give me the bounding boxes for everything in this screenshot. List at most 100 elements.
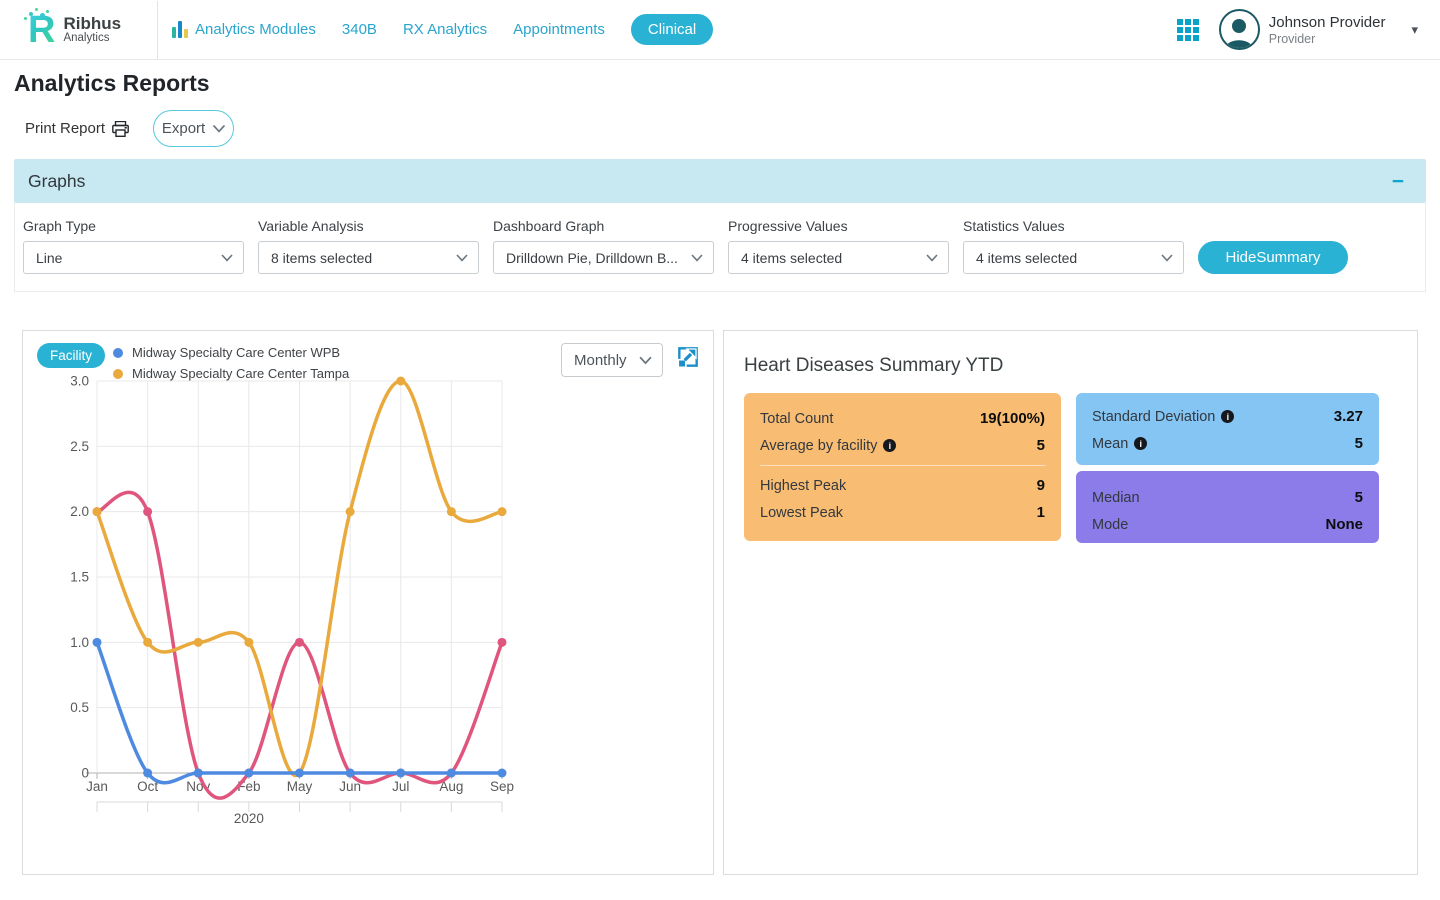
brand-name: Ribhus <box>63 15 121 33</box>
nav-item-label: Appointments <box>513 21 605 38</box>
filter-label: Graph Type <box>23 218 244 234</box>
summary-row-mode: Mode None <box>1092 511 1363 538</box>
progressive-values-select[interactable]: 4 items selected <box>728 241 949 274</box>
nav-item-label: Analytics Modules <box>195 21 316 38</box>
legend-label: Midway Specialty Care Center WPB <box>132 345 340 360</box>
summary-title: Heart Diseases Summary YTD <box>744 355 1003 377</box>
facility-badge[interactable]: Facility <box>37 343 105 368</box>
svg-text:2020: 2020 <box>234 811 264 826</box>
svg-text:2.5: 2.5 <box>70 439 89 454</box>
selected-value: Monthly <box>574 352 639 369</box>
page-title: Analytics Reports <box>14 70 1440 97</box>
hide-summary-button[interactable]: HideSummary <box>1198 241 1348 274</box>
summary-panel: Heart Diseases Summary YTD Total Count 1… <box>723 330 1418 875</box>
chevron-down-icon[interactable]: ▾ <box>1411 22 1418 38</box>
selected-value: 4 items selected <box>976 250 1161 266</box>
filter-label: Variable Analysis <box>258 218 479 234</box>
info-icon[interactable]: i <box>883 439 896 452</box>
summary-row-average-by-facility: Average by facilityi 5 <box>760 432 1045 459</box>
filter-graph-type: Graph Type Line <box>23 218 244 274</box>
selected-value: 4 items selected <box>741 250 926 266</box>
info-icon[interactable]: i <box>1134 437 1147 450</box>
avatar[interactable] <box>1219 9 1260 50</box>
summary-card-counts: Total Count 19(100%) Average by facility… <box>744 393 1061 541</box>
bar-chart-icon <box>172 21 188 38</box>
filter-label: Statistics Values <box>963 218 1184 234</box>
svg-text:1.5: 1.5 <box>70 570 89 585</box>
svg-text:3.0: 3.0 <box>70 374 89 389</box>
nav-divider <box>157 1 158 59</box>
navbar: R Ribhus Analytics Analytics Modules 340… <box>0 0 1440 60</box>
summary-value: 5 <box>1355 489 1363 506</box>
print-report-label: Print Report <box>25 120 105 137</box>
filter-progressive-values: Progressive Values 4 items selected <box>728 218 949 274</box>
filter-variable-analysis: Variable Analysis 8 items selected <box>258 218 479 274</box>
nav-item-label: Clinical <box>648 21 696 38</box>
statistics-values-select[interactable]: 4 items selected <box>963 241 1184 274</box>
summary-card-statistics: Standard Deviationi 3.27 Meani 5 <box>1076 393 1379 465</box>
summary-row-lowest-peak: Lowest Peak 1 <box>760 499 1045 526</box>
legend-item-wpb[interactable]: Midway Specialty Care Center WPB <box>113 342 349 363</box>
svg-text:May: May <box>287 779 313 794</box>
expand-chart-icon[interactable] <box>675 344 701 370</box>
svg-text:Sep: Sep <box>490 779 514 794</box>
legend-dot <box>113 369 123 379</box>
chevron-down-icon <box>1161 254 1173 262</box>
selected-value: Line <box>36 250 221 266</box>
dashboard-graph-select[interactable]: Drilldown Pie, Drilldown B... <box>493 241 714 274</box>
graphs-section-title: Graphs <box>28 171 85 192</box>
summary-label: Meani <box>1092 436 1147 452</box>
export-button[interactable]: Export <box>153 110 234 147</box>
svg-text:Jul: Jul <box>392 779 409 794</box>
line-chart[interactable]: 00.51.01.52.02.53.0JanOctNovFebMayJunJul… <box>23 331 713 874</box>
nav-item-rx-analytics[interactable]: RX Analytics <box>403 21 487 38</box>
summary-value: 5 <box>1037 437 1045 454</box>
summary-label: Average by facilityi <box>760 438 896 454</box>
summary-value: 9 <box>1037 477 1045 494</box>
summary-label: Lowest Peak <box>760 505 843 521</box>
brand-subtitle: Analytics <box>63 32 121 44</box>
summary-row-total-count: Total Count 19(100%) <box>760 405 1045 432</box>
summary-value: 5 <box>1355 435 1363 452</box>
summary-row-mean: Meani 5 <box>1092 430 1363 457</box>
export-label: Export <box>162 120 205 137</box>
nav-item-clinical-active[interactable]: Clinical <box>631 14 713 45</box>
graph-type-select[interactable]: Line <box>23 241 244 274</box>
summary-label: Standard Deviationi <box>1092 409 1234 425</box>
period-select[interactable]: Monthly <box>561 343 663 377</box>
nav-item-appointments[interactable]: Appointments <box>513 21 605 38</box>
legend-item-tampa[interactable]: Midway Specialty Care Center Tampa <box>113 363 349 384</box>
chevron-down-icon <box>221 254 233 262</box>
brand-logo[interactable]: R Ribhus Analytics <box>0 0 157 59</box>
nav-item-label: RX Analytics <box>403 21 487 38</box>
chevron-down-icon <box>926 254 938 262</box>
summary-label: Highest Peak <box>760 478 846 494</box>
apps-grid-icon[interactable] <box>1177 19 1199 41</box>
selected-value: 8 items selected <box>271 250 456 266</box>
graph-filters: Graph Type Line Variable Analysis 8 item… <box>14 203 1426 292</box>
summary-row-highest-peak: Highest Peak 9 <box>760 472 1045 499</box>
info-icon[interactable]: i <box>1221 410 1234 423</box>
summary-row-standard-deviation: Standard Deviationi 3.27 <box>1092 403 1363 430</box>
chevron-down-icon <box>639 356 652 365</box>
user-menu[interactable]: Johnson Provider Provider <box>1269 14 1386 46</box>
summary-label: Median <box>1092 490 1140 506</box>
filter-label: Dashboard Graph <box>493 218 714 234</box>
graphs-section: Graphs − Graph Type Line Variable Analys… <box>14 159 1426 292</box>
nav-item-analytics-modules[interactable]: Analytics Modules <box>172 21 316 38</box>
variable-analysis-select[interactable]: 8 items selected <box>258 241 479 274</box>
chevron-down-icon <box>691 254 703 262</box>
collapse-section-button[interactable]: − <box>1392 171 1404 192</box>
chevron-down-icon <box>456 254 468 262</box>
card-divider <box>760 465 1045 466</box>
user-role: Provider <box>1269 32 1386 46</box>
summary-value: 3.27 <box>1334 408 1363 425</box>
summary-value: 19(100%) <box>980 410 1045 427</box>
user-name: Johnson Provider <box>1269 14 1386 31</box>
legend-label: Midway Specialty Care Center Tampa <box>132 366 349 381</box>
primary-nav: Analytics Modules 340B RX Analytics Appo… <box>172 14 713 45</box>
nav-item-label: 340B <box>342 21 377 38</box>
svg-text:2.0: 2.0 <box>70 504 89 519</box>
printer-icon[interactable] <box>112 121 129 137</box>
nav-item-340b[interactable]: 340B <box>342 21 377 38</box>
